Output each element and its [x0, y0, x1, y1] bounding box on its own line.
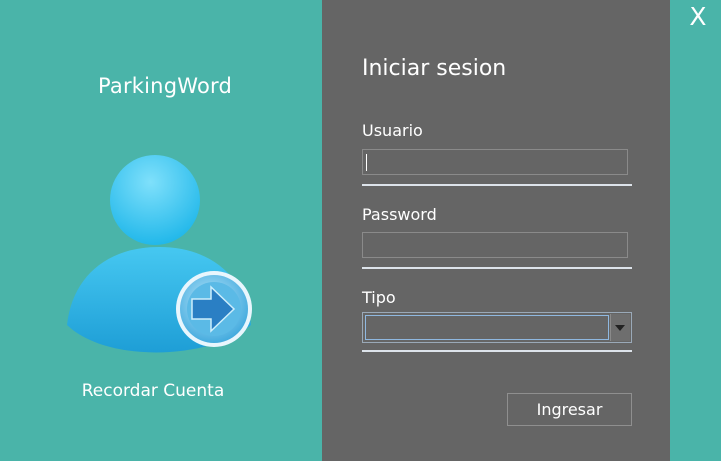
login-panel: Iniciar sesion Usuario Password Tipo Ing… [322, 0, 670, 461]
app-title: ParkingWord [97, 74, 233, 98]
user-login-icon [64, 153, 254, 367]
remember-account-link[interactable]: Recordar Cuenta [0, 381, 306, 401]
type-label: Tipo [362, 288, 396, 307]
username-input[interactable] [363, 150, 627, 174]
username-field[interactable] [362, 149, 628, 175]
login-title: Iniciar sesion [362, 56, 507, 81]
type-select-value[interactable] [365, 315, 609, 340]
close-button[interactable]: X [686, 2, 710, 31]
login-submit-button[interactable]: Ingresar [507, 393, 632, 426]
type-underline [362, 350, 632, 352]
text-caret [366, 154, 367, 171]
type-select[interactable] [362, 312, 632, 343]
window-edge [670, 0, 721, 461]
password-label: Password [362, 205, 437, 224]
type-dropdown-button[interactable] [610, 314, 630, 341]
chevron-down-icon [615, 325, 625, 331]
username-underline [362, 184, 632, 186]
password-underline [362, 267, 632, 269]
password-input[interactable] [363, 233, 627, 257]
password-field[interactable] [362, 232, 628, 258]
username-label: Usuario [362, 121, 423, 140]
